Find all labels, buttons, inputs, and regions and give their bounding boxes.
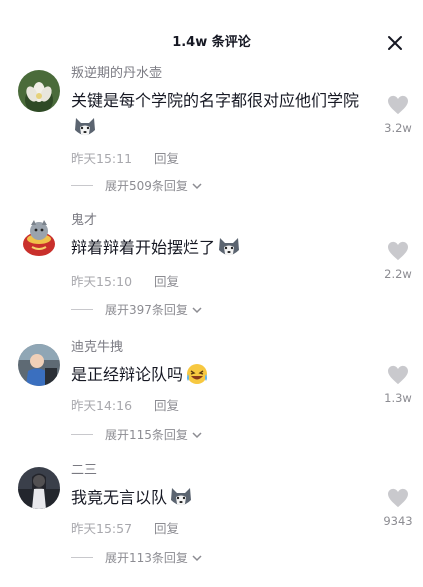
husky-emoji xyxy=(217,236,241,258)
laughing-crying-emoji xyxy=(185,363,209,385)
chevron-down-icon xyxy=(192,182,202,189)
avatar[interactable] xyxy=(18,70,60,112)
expand-replies-label: 展开509条回复 xyxy=(105,179,188,193)
divider-line xyxy=(71,557,93,558)
expand-replies-button[interactable]: 展开113条回复 xyxy=(71,549,203,566)
divider-line xyxy=(71,309,93,310)
timestamp: 昨天15:57 xyxy=(71,521,133,536)
comment-meta: 昨天15:11 回复 xyxy=(71,148,179,167)
comment-text: 关键是每个学院的名字都很对应他们学院 xyxy=(71,87,371,141)
comment-text: 辩着辩着开始摆烂了 xyxy=(71,234,371,261)
comment-text-content: 我竟无言以队 xyxy=(71,488,168,507)
chevron-down-icon xyxy=(192,306,202,313)
timestamp: 昨天15:10 xyxy=(71,274,133,289)
avatar[interactable] xyxy=(18,467,60,509)
like-count: 1.3w xyxy=(384,391,412,405)
comment-meta: 昨天14:16 回复 xyxy=(71,395,179,414)
expand-replies-label: 展开113条回复 xyxy=(105,551,188,565)
comment-text-content: 关键是每个学院的名字都很对应他们学院 xyxy=(71,91,360,110)
reply-button[interactable]: 回复 xyxy=(154,521,179,536)
heart-icon xyxy=(388,365,408,385)
expand-replies-label: 展开397条回复 xyxy=(105,303,188,317)
comment-text-content: 辩着辩着开始摆烂了 xyxy=(71,238,216,257)
heart-icon xyxy=(388,95,408,115)
expand-replies-button[interactable]: 展开115条回复 xyxy=(71,426,203,443)
username[interactable]: 二三 xyxy=(71,463,97,479)
divider-line xyxy=(71,185,93,186)
expand-replies-label: 展开115条回复 xyxy=(105,428,188,442)
reply-button[interactable]: 回复 xyxy=(154,274,179,289)
like-count: 2.2w xyxy=(384,267,412,281)
close-icon[interactable] xyxy=(386,34,404,52)
expand-replies-button[interactable]: 展开397条回复 xyxy=(71,301,203,318)
comment-text: 我竟无言以队 xyxy=(71,484,371,511)
timestamp: 昨天15:11 xyxy=(71,151,133,166)
like-button[interactable]: 1.3w xyxy=(380,365,416,405)
comment-text-content: 是正经辩论队吗 xyxy=(71,365,184,384)
reply-button[interactable]: 回复 xyxy=(154,398,179,413)
username[interactable]: 鬼才 xyxy=(71,213,97,229)
divider-line xyxy=(71,434,93,435)
timestamp: 昨天14:16 xyxy=(71,398,133,413)
chevron-down-icon xyxy=(192,431,202,438)
husky-emoji xyxy=(169,486,193,508)
avatar[interactable] xyxy=(18,217,60,259)
comment-item: 迪克牛拽 是正经辩论队吗 昨天14:16 回复 展开115条回复 1.3w xyxy=(0,340,423,464)
avatar[interactable] xyxy=(18,344,60,386)
chevron-down-icon xyxy=(192,554,202,561)
husky-emoji xyxy=(73,116,97,138)
like-button[interactable]: 9343 xyxy=(380,488,416,528)
like-count: 9343 xyxy=(383,514,413,528)
username[interactable]: 迪克牛拽 xyxy=(71,340,123,356)
comment-count-title: 1.4w 条评论 xyxy=(172,35,251,50)
like-count: 3.2w xyxy=(384,121,412,135)
like-button[interactable]: 3.2w xyxy=(380,95,416,135)
heart-icon xyxy=(388,488,408,508)
comment-item: 二三 我竟无言以队 昨天15:57 回复 展开113条回复 9343 xyxy=(0,463,423,587)
comment-item: 鬼才 辩着辩着开始摆烂了 昨天15:10 回复 展开397条回复 2.2w xyxy=(0,213,423,337)
username[interactable]: 叛逆期的丹水壶 xyxy=(71,66,162,82)
heart-icon xyxy=(388,241,408,261)
like-button[interactable]: 2.2w xyxy=(380,241,416,281)
comment-meta: 昨天15:10 回复 xyxy=(71,271,179,290)
comment-item: 叛逆期的丹水壶 关键是每个学院的名字都很对应他们学院 昨天15:11 回复 展开5… xyxy=(0,66,423,193)
comment-meta: 昨天15:57 回复 xyxy=(71,518,179,537)
reply-button[interactable]: 回复 xyxy=(154,151,179,166)
comment-text: 是正经辩论队吗 xyxy=(71,361,371,388)
expand-replies-button[interactable]: 展开509条回复 xyxy=(71,177,203,194)
